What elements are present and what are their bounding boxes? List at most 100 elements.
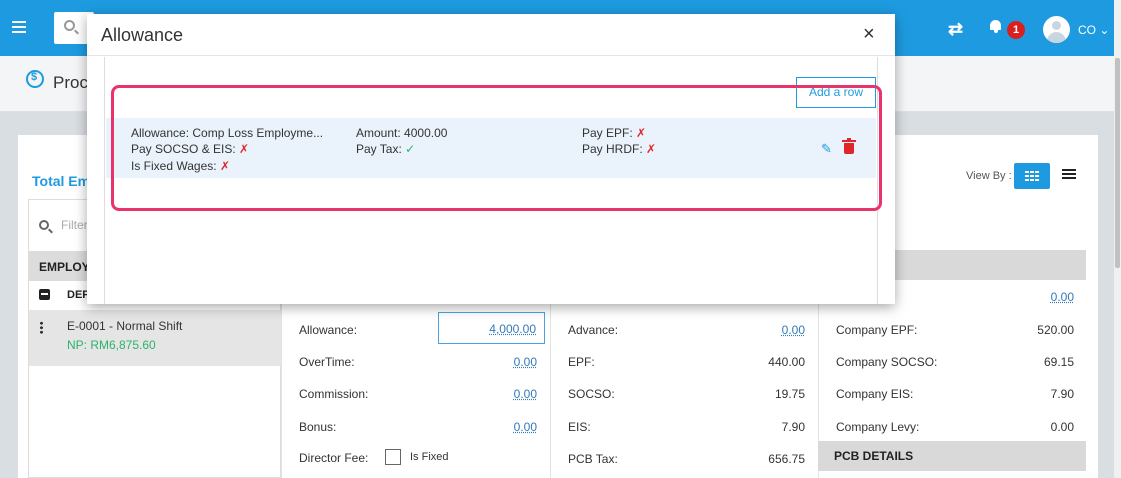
field-label: Is Fixed Wages: bbox=[131, 159, 217, 173]
is-fixed-label: Is Fixed bbox=[410, 451, 449, 463]
amount-field: Amount: 4000.00 bbox=[356, 126, 447, 140]
deduction-value: 656.75 bbox=[768, 452, 805, 466]
pay-hrdf-field: Pay HRDF: ✗ bbox=[582, 142, 656, 156]
employer-value: 520.00 bbox=[1037, 323, 1074, 337]
earning-label: OverTime: bbox=[299, 355, 355, 369]
employer-row-epf: Company EPF: 520.00 bbox=[836, 323, 1074, 343]
payroll-icon bbox=[26, 70, 44, 88]
search-icon bbox=[64, 20, 75, 31]
chevron-down-icon: ⌄ bbox=[1096, 23, 1110, 37]
is-fixed-checkbox[interactable] bbox=[385, 449, 401, 465]
modal-title: Allowance bbox=[101, 25, 184, 45]
employer-value: 69.15 bbox=[1043, 355, 1074, 369]
employer-label: Company Levy: bbox=[836, 420, 920, 434]
search-icon bbox=[39, 220, 49, 230]
cross-icon: ✗ bbox=[239, 142, 250, 156]
edit-pencil-icon[interactable]: ✎ bbox=[821, 141, 832, 157]
employer-value: 7.90 bbox=[1050, 387, 1074, 401]
allowance-item-row[interactable]: Allowance: Comp Loss Employme... Pay SOC… bbox=[106, 118, 876, 178]
deduction-row-socso: SOCSO: 19.75 bbox=[568, 387, 805, 407]
field-label: Amount: bbox=[356, 126, 401, 140]
employer-top-value[interactable]: 0.00 bbox=[1051, 290, 1074, 304]
earning-row-overtime: OverTime: 0.00 bbox=[299, 355, 537, 375]
employee-row[interactable]: E-0001 - Normal Shift NP: RM6,875.60 bbox=[29, 310, 282, 366]
sync-icon[interactable]: ⇄ bbox=[948, 20, 963, 38]
pay-tax-field: Pay Tax: ✓ bbox=[356, 142, 415, 156]
field-label: Pay HRDF: bbox=[582, 142, 643, 156]
is-fixed-wages-field: Is Fixed Wages: ✗ bbox=[131, 159, 230, 173]
bell-icon[interactable] bbox=[990, 20, 1002, 33]
grid-icon bbox=[1025, 171, 1039, 181]
employer-row-levy: Company Levy: 0.00 bbox=[836, 420, 1074, 440]
deduction-row-eis: EIS: 7.90 bbox=[568, 420, 805, 440]
employer-label: Company SOCSO: bbox=[836, 355, 938, 369]
modal-header: Allowance × bbox=[87, 14, 895, 56]
employer-label: Company EIS: bbox=[836, 387, 914, 401]
deduction-value[interactable]: 0.00 bbox=[782, 323, 805, 337]
pcb-details-label: PCB DETAILS bbox=[834, 449, 914, 463]
add-row-button[interactable]: Add a row bbox=[796, 77, 876, 108]
grid-view-button[interactable] bbox=[1014, 163, 1050, 189]
view-by-label: View By : bbox=[966, 170, 1012, 182]
earning-row-commission: Commission: 0.00 bbox=[299, 387, 537, 407]
earning-label: Allowance: bbox=[299, 323, 358, 337]
allowance-modal: Allowance × Add a row Allowance: Comp Lo… bbox=[87, 14, 895, 304]
close-icon[interactable]: × bbox=[863, 23, 875, 46]
notification-badge[interactable]: 1 bbox=[1007, 21, 1025, 39]
earning-row-bonus: Bonus: 0.00 bbox=[299, 420, 537, 440]
avatar[interactable] bbox=[1043, 16, 1070, 43]
user-menu[interactable]: CO ⌄ bbox=[1078, 23, 1109, 37]
page-title: Proc bbox=[53, 73, 88, 92]
field-label: Pay Tax: bbox=[356, 142, 402, 156]
employee-name: E-0001 - Normal Shift bbox=[67, 319, 183, 333]
deduction-label: EIS: bbox=[568, 420, 591, 434]
modal-body bbox=[104, 57, 878, 304]
deduction-value: 19.75 bbox=[774, 387, 805, 401]
earning-label: Commission: bbox=[299, 387, 369, 401]
field-label: Pay SOCSO & EIS: bbox=[131, 142, 236, 156]
field-label: Allowance: bbox=[131, 126, 190, 140]
page-scrollbar[interactable] bbox=[1114, 0, 1121, 478]
pay-socso-eis-field: Pay SOCSO & EIS: ✗ bbox=[131, 142, 249, 156]
allowance-name: Comp Loss Employme... bbox=[192, 126, 324, 140]
deduction-row-advance: Advance: 0.00 bbox=[568, 323, 805, 343]
deduction-row-epf: EPF: 440.00 bbox=[568, 355, 805, 375]
pcb-details-header: PCB DETAILS bbox=[818, 441, 1086, 471]
deduction-label: SOCSO: bbox=[568, 387, 615, 401]
amount-value: 4000.00 bbox=[404, 126, 448, 140]
cross-icon: ✗ bbox=[636, 126, 647, 140]
pay-epf-field: Pay EPF: ✗ bbox=[582, 126, 646, 140]
earning-label: Director Fee: bbox=[299, 451, 369, 465]
user-initials: CO bbox=[1078, 23, 1096, 37]
employee-header-label: EMPLOY bbox=[39, 260, 90, 274]
cross-icon: ✗ bbox=[646, 142, 657, 156]
department-label: DEF bbox=[67, 289, 89, 301]
deduction-label: PCB Tax: bbox=[568, 452, 618, 466]
employer-row-eis: Company EIS: 7.90 bbox=[836, 387, 1074, 407]
deduction-label: Advance: bbox=[568, 323, 619, 337]
employer-value: 0.00 bbox=[1050, 420, 1074, 434]
filter-input[interactable]: Filter bbox=[61, 218, 88, 232]
earning-label: Bonus: bbox=[299, 420, 337, 434]
earning-row-director-fee: Director Fee: bbox=[299, 451, 399, 471]
deduction-label: EPF: bbox=[568, 355, 595, 369]
field-label: Pay EPF: bbox=[582, 126, 633, 140]
employee-net-pay: NP: RM6,875.60 bbox=[67, 338, 156, 352]
employer-label: Company EPF: bbox=[836, 323, 918, 337]
hamburger-menu-icon[interactable] bbox=[12, 21, 26, 33]
kebab-menu-icon[interactable] bbox=[40, 321, 43, 334]
deduction-value: 7.90 bbox=[781, 420, 805, 434]
trash-icon[interactable] bbox=[842, 138, 856, 154]
list-view-button[interactable] bbox=[1062, 169, 1076, 180]
employer-row-socso: Company SOCSO: 69.15 bbox=[836, 355, 1074, 375]
deduction-row-pcb-tax: PCB Tax: 656.75 bbox=[568, 452, 805, 472]
cross-icon: ✗ bbox=[219, 159, 230, 173]
total-employees-label: Total Em bbox=[32, 173, 91, 189]
earning-value[interactable]: 0.00 bbox=[514, 355, 537, 369]
deduction-value: 440.00 bbox=[768, 355, 805, 369]
collapse-icon[interactable] bbox=[39, 289, 50, 300]
earning-value[interactable]: 0.00 bbox=[514, 387, 537, 401]
allowance-field: Allowance: Comp Loss Employme... bbox=[131, 126, 323, 140]
earning-value[interactable]: 0.00 bbox=[514, 420, 537, 434]
check-icon: ✓ bbox=[405, 142, 416, 156]
